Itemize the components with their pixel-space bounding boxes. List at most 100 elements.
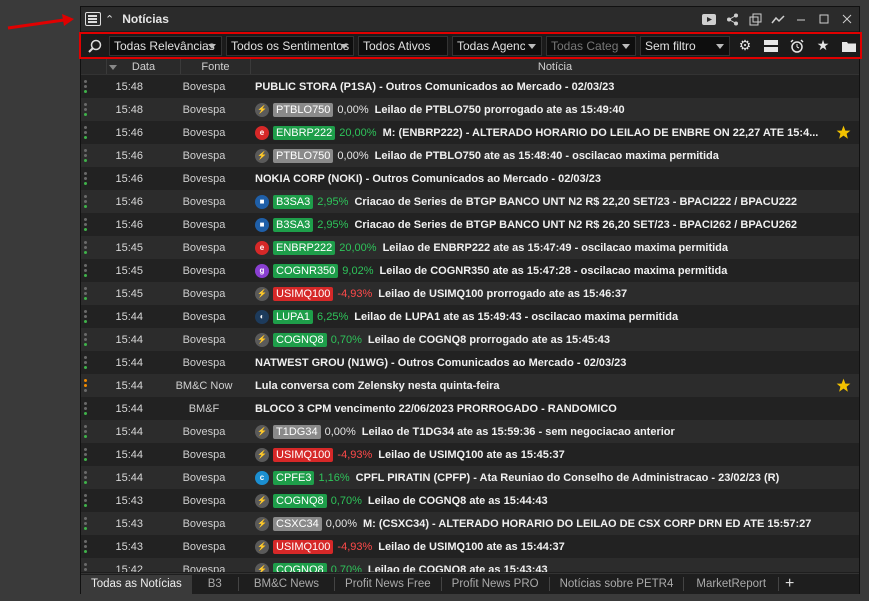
- news-row[interactable]: 15:44 Bovespa c CPFE3 1,16% CPFL PIRATIN (CPF…: [81, 466, 859, 489]
- news-row[interactable]: 15:43 Bovespa ⚡ USIMQ100 -4,93% Leilao de USI…: [81, 535, 859, 558]
- news-row[interactable]: 15:44 Bovespa ⚡ USIMQ100 -4,93% Leilao de USI…: [81, 443, 859, 466]
- favorite-star-icon[interactable]: ★: [812, 36, 834, 56]
- detach-window-icon[interactable]: [747, 12, 763, 26]
- ticker-badge[interactable]: CSXC34: [273, 516, 322, 531]
- news-row[interactable]: 15:43 Bovespa ⚡ CSXC34 0,00% M: (CSXC34) - AL…: [81, 512, 859, 535]
- news-row[interactable]: 15:48 Bovespa ⚡ PTBLO750 0,00% Leilao de PTBL…: [81, 98, 859, 121]
- agency-select[interactable]: Todas Agencias: [452, 35, 542, 56]
- ticker-badge[interactable]: COGNQ8: [273, 562, 327, 572]
- ticker-badge[interactable]: USIMQ100: [273, 286, 334, 301]
- news-headline-cell[interactable]: ■ B3SA3 2,95% Criacao de Series de BTGP BAN…: [233, 194, 859, 209]
- relevance-select[interactable]: Todas Relevâncias: [109, 35, 222, 56]
- tab-profit-news-pro[interactable]: Profit News PRO: [442, 577, 550, 591]
- ticker-badge[interactable]: ENBRP222: [273, 125, 336, 140]
- news-row[interactable]: 15:46 Bovespa NOKIA CORP (NOKI) - Outros C…: [81, 167, 859, 190]
- news-headline-cell[interactable]: c CPFE3 1,16% CPFL PIRATIN (CPFP) - Ata Reu…: [233, 470, 859, 485]
- news-headline-cell[interactable]: ⚡ PTBLO750 0,00% Leilao de PTBLO750 ate as …: [233, 148, 859, 163]
- tab-b3[interactable]: B3: [192, 577, 239, 591]
- news-headline-cell[interactable]: PUBLIC STORA (P1SA) - Outros Comunicados…: [233, 81, 859, 93]
- news-headline-cell[interactable]: e ENBRP222 20,00% M: (ENBRP222) - ALTERADO …: [233, 125, 859, 140]
- news-row[interactable]: 15:46 Bovespa e ENBRP222 20,00% M: (ENBRP222)…: [81, 121, 859, 144]
- ticker-badge[interactable]: PTBLO750: [273, 148, 334, 163]
- share-icon[interactable]: [724, 12, 740, 26]
- news-headline-cell[interactable]: ◐ LUPA1 6,25% Leilao de LUPA1 ate as 15:49:…: [233, 309, 859, 324]
- news-row[interactable]: 15:44 BM&F BLOCO 3 CPM vencimento 22/06/20…: [81, 397, 859, 420]
- news-row[interactable]: 15:44 BM&C Now Lula conversa com Zelensky …: [81, 374, 859, 397]
- search-icon[interactable]: [85, 36, 105, 56]
- news-headline-cell[interactable]: ■ B3SA3 2,95% Criacao de Series de BTGP BAN…: [233, 217, 859, 232]
- ticker-badge[interactable]: B3SA3: [273, 194, 314, 209]
- column-source[interactable]: Fonte: [181, 59, 251, 74]
- layout-icon[interactable]: [760, 36, 782, 56]
- tab-profit-news-free[interactable]: Profit News Free: [335, 577, 442, 591]
- tab-all-news[interactable]: Todas as Notícias: [81, 574, 192, 594]
- news-headline-cell[interactable]: BLOCO 3 CPM vencimento 22/06/2023 PRORRO…: [233, 403, 859, 415]
- column-date[interactable]: Data: [107, 59, 181, 74]
- news-row[interactable]: 15:46 Bovespa ■ B3SA3 2,95% Criacao de Series…: [81, 213, 859, 236]
- news-headline-cell[interactable]: ⚡ T1DG34 0,00% Leilao de T1DG34 ate as 15:5…: [233, 424, 859, 439]
- video-icon[interactable]: [701, 12, 717, 26]
- news-row[interactable]: 15:43 Bovespa ⚡ COGNQ8 0,70% Leilao de COGNQ8…: [81, 489, 859, 512]
- sentiment-select[interactable]: Todos os Sentimentos: [226, 35, 354, 56]
- favorite-star-icon[interactable]: [836, 378, 851, 396]
- news-headline-cell[interactable]: ⚡ USIMQ100 -4,93% Leilao de USIMQ100 prorro…: [233, 286, 859, 301]
- chevron-up-icon[interactable]: ⌃: [105, 13, 114, 26]
- tab-market-report[interactable]: MarketReport: [684, 577, 780, 591]
- category-select[interactable]: Todas Categorias: [546, 35, 636, 56]
- assets-input[interactable]: Todos Ativos: [358, 35, 448, 56]
- ticker-badge[interactable]: COGNR350: [273, 263, 339, 278]
- price-change: 2,95%: [317, 218, 349, 231]
- close-icon[interactable]: [839, 12, 855, 26]
- news-row[interactable]: 15:44 Bovespa ◐ LUPA1 6,25% Leilao de LUPA1 a…: [81, 305, 859, 328]
- news-headline-cell[interactable]: ⚡ COGNQ8 0,70% Leilao de COGNQ8 ate as 15:4…: [233, 493, 859, 508]
- gear-icon[interactable]: ⚙: [734, 36, 756, 56]
- news-headline-cell[interactable]: Lula conversa com Zelensky nesta quinta-…: [233, 380, 859, 392]
- news-row[interactable]: 15:45 Bovespa ⚡ USIMQ100 -4,93% Leilao de USI…: [81, 282, 859, 305]
- news-row[interactable]: 15:48 Bovespa PUBLIC STORA (P1SA) - Outros…: [81, 75, 859, 98]
- news-row[interactable]: 15:44 Bovespa NATWEST GROU (N1WG) - Outros…: [81, 351, 859, 374]
- news-headline-cell[interactable]: e ENBRP222 20,00% Leilao de ENBRP222 ate as…: [233, 240, 859, 255]
- folder-icon[interactable]: [838, 36, 860, 56]
- sort-indicator[interactable]: [81, 59, 117, 74]
- news-row[interactable]: 15:46 Bovespa ⚡ PTBLO750 0,00% Leilao de PTBL…: [81, 144, 859, 167]
- ticker-badge[interactable]: USIMQ100: [273, 447, 334, 462]
- news-row[interactable]: 15:45 Bovespa e ENBRP222 20,00% Leilao de ENB…: [81, 236, 859, 259]
- news-headline-cell[interactable]: NATWEST GROU (N1WG) - Outros Comunicados…: [233, 357, 859, 369]
- status-dots: [81, 218, 89, 231]
- news-headline-cell[interactable]: ⚡ PTBLO750 0,00% Leilao de PTBLO750 prorrog…: [233, 102, 859, 117]
- news-source: Bovespa: [182, 241, 226, 254]
- news-headline-cell[interactable]: g COGNR350 9,02% Leilao de COGNR350 ate as …: [233, 263, 859, 278]
- tab-bmc-news[interactable]: BM&C News: [239, 577, 336, 591]
- saved-filter-select[interactable]: Sem filtro: [640, 35, 730, 56]
- news-headline-cell[interactable]: ⚡ COGNQ8 0,70% Leilao de COGNQ8 prorrogado …: [233, 332, 859, 347]
- ticker-badge[interactable]: COGNQ8: [273, 493, 327, 508]
- tab-news-petr4[interactable]: Notícias sobre PETR4: [550, 577, 685, 591]
- ticker-badge[interactable]: COGNQ8: [273, 332, 327, 347]
- ticker-badge[interactable]: B3SA3: [273, 217, 314, 232]
- favorite-star-icon[interactable]: [836, 125, 851, 143]
- ticker-badge[interactable]: LUPA1: [273, 309, 314, 324]
- ticker-badge[interactable]: CPFE3: [273, 470, 315, 485]
- news-row[interactable]: 15:42 Bovespa ⚡ COGNQ8 0,70% Leilao de COGNQ8…: [81, 558, 859, 572]
- news-headline-cell[interactable]: ⚡ COGNQ8 0,70% Leilao de COGNQ8 ate as 15:4…: [233, 562, 859, 572]
- ticker-badge[interactable]: T1DG34: [273, 424, 321, 439]
- maximize-icon[interactable]: [816, 12, 832, 26]
- news-headline-cell[interactable]: ⚡ CSXC34 0,00% M: (CSXC34) - ALTERADO HORAR…: [233, 516, 859, 531]
- ticker-badge[interactable]: ENBRP222: [273, 240, 336, 255]
- news-headline-cell[interactable]: NOKIA CORP (NOKI) - Outros Comunicados a…: [233, 173, 859, 185]
- news-source: Bovespa: [182, 517, 226, 530]
- news-list-icon[interactable]: [85, 12, 101, 26]
- news-row[interactable]: 15:44 Bovespa ⚡ T1DG34 0,00% Leilao de T1DG34…: [81, 420, 859, 443]
- alarm-clock-icon[interactable]: [786, 36, 808, 56]
- ticker-badge[interactable]: USIMQ100: [273, 539, 334, 554]
- link-chart-icon[interactable]: [770, 12, 786, 26]
- news-row[interactable]: 15:46 Bovespa ■ B3SA3 2,95% Criacao de Series…: [81, 190, 859, 213]
- add-tab-icon[interactable]: +: [785, 575, 794, 593]
- news-row[interactable]: 15:45 Bovespa g COGNR350 9,02% Leilao de COGN…: [81, 259, 859, 282]
- minimize-icon[interactable]: [793, 12, 809, 26]
- news-row[interactable]: 15:44 Bovespa ⚡ COGNQ8 0,70% Leilao de COGNQ8…: [81, 328, 859, 351]
- news-headline-cell[interactable]: ⚡ USIMQ100 -4,93% Leilao de USIMQ100 ate as…: [233, 539, 859, 554]
- ticker-badge[interactable]: PTBLO750: [273, 102, 334, 117]
- column-news[interactable]: Notícia: [251, 59, 859, 74]
- news-headline-cell[interactable]: ⚡ USIMQ100 -4,93% Leilao de USIMQ100 ate as…: [233, 447, 859, 462]
